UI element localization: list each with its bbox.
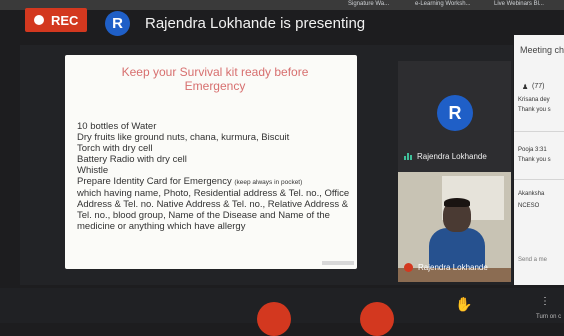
audio-level-icon bbox=[404, 153, 412, 160]
recording-indicator[interactable]: REC bbox=[25, 8, 87, 32]
id-card-detail: which having name, Photo, Residential ad… bbox=[77, 188, 350, 232]
chat-message: NCESO bbox=[518, 203, 540, 209]
browser-tab[interactable]: e-Learning Worksh... bbox=[415, 1, 471, 9]
browser-tab[interactable]: Signature Wa... bbox=[348, 1, 389, 9]
participant-tile[interactable]: R Rajendra Lokhande bbox=[398, 61, 511, 173]
list-item: Whistle bbox=[77, 165, 109, 176]
record-dot-icon bbox=[34, 15, 44, 25]
shared-slide: Keep your Survival kit ready before Emer… bbox=[65, 55, 357, 269]
participant-label: Rajendra Lokhande bbox=[404, 263, 488, 272]
participant-label: Rajendra Lokhande bbox=[404, 152, 487, 161]
chat-input[interactable]: Send a me bbox=[518, 257, 547, 263]
id-card-text: Prepare Identity Card for Emergency bbox=[77, 176, 232, 187]
chat-sender: Krisana dey bbox=[518, 97, 550, 103]
participant-name: Rajendra Lokhande bbox=[417, 152, 487, 161]
slide-title: Keep your Survival kit ready before Emer… bbox=[121, 65, 309, 93]
avatar: R bbox=[437, 95, 473, 131]
slide-footer-mark bbox=[322, 261, 354, 265]
id-card-note: (keep always in pocket) bbox=[234, 179, 303, 186]
list-item: Battery Radio with dry cell bbox=[77, 154, 187, 165]
participants-icon[interactable]: ♟ bbox=[522, 83, 528, 91]
presenting-status: Rajendra Lokhande is presenting bbox=[145, 15, 366, 32]
chat-message: Thank you s bbox=[518, 107, 551, 113]
list-item: 10 bottles of Water bbox=[77, 121, 157, 132]
participants-count[interactable]: (77) bbox=[532, 83, 544, 90]
participant-name: Rajendra Lokhande bbox=[418, 263, 488, 272]
leave-call-button[interactable] bbox=[257, 302, 291, 336]
avatar: R bbox=[105, 11, 130, 36]
browser-tab[interactable]: Live Webinars Bl... bbox=[494, 1, 544, 9]
divider bbox=[514, 179, 564, 180]
list-item: Torch with dry cell bbox=[77, 143, 153, 154]
divider bbox=[514, 131, 564, 132]
mic-off-icon bbox=[404, 263, 413, 272]
slide-bullet-list: 10 bottles of Water Dry fruits like grou… bbox=[77, 121, 353, 232]
chat-message: Thank you s bbox=[518, 157, 551, 163]
chat-sender: Akanksha bbox=[518, 191, 545, 197]
more-options-icon[interactable]: ⋮ bbox=[540, 296, 550, 307]
chat-panel: Meeting ch ♟ (77) Krisana dey Thank you … bbox=[514, 35, 564, 285]
video-person-hair bbox=[444, 198, 470, 207]
chat-panel-title: Meeting ch bbox=[520, 45, 564, 55]
recording-label: REC bbox=[51, 12, 79, 28]
list-item-id-card: Prepare Identity Card for Emergency (kee… bbox=[77, 176, 353, 188]
chat-sender: Pooja 3:31 bbox=[518, 147, 547, 153]
stop-presenting-button[interactable] bbox=[360, 302, 394, 336]
participant-video-tile[interactable]: Rajendra Lokhande bbox=[398, 172, 511, 282]
list-item: Dry fruits like ground nuts, chana, kurm… bbox=[77, 132, 290, 143]
raise-hand-icon[interactable]: ✋ bbox=[455, 296, 472, 313]
camera-toggle-label[interactable]: Turn on c bbox=[536, 314, 561, 320]
